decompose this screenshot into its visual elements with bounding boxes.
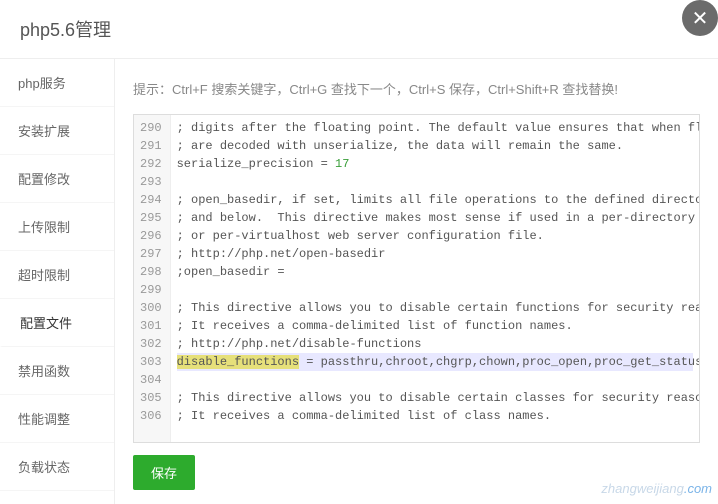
code-line[interactable]: ; digits after the floating point. The d…	[177, 119, 693, 137]
line-number: 299	[140, 281, 162, 299]
line-number: 300	[140, 299, 162, 317]
line-number: 293	[140, 173, 162, 191]
code-line[interactable]: ; http://php.net/open-basedir	[177, 245, 693, 263]
watermark: zhangweijiang.com	[601, 481, 712, 496]
code-line[interactable]: ; or per-virtualhost web server configur…	[177, 227, 693, 245]
line-number: 290	[140, 119, 162, 137]
line-number: 296	[140, 227, 162, 245]
line-number: 302	[140, 335, 162, 353]
code-line[interactable]: ; open_basedir, if set, limits all file …	[177, 191, 693, 209]
code-line[interactable]: ; This directive allows you to disable c…	[177, 389, 693, 407]
code-editor[interactable]: 2902912922932942952962972982993003013023…	[133, 114, 700, 443]
sidebar-item-1[interactable]: 安装扩展	[0, 107, 114, 155]
code-line[interactable]	[177, 173, 693, 191]
code-line[interactable]: ;open_basedir =	[177, 263, 693, 281]
line-number: 297	[140, 245, 162, 263]
modal-title: php5.6管理	[20, 16, 111, 42]
line-number: 298	[140, 263, 162, 281]
modal: php5.6管理 ✕ php服务安装扩展配置修改上传限制超时限制配置文件禁用函数…	[0, 0, 718, 500]
code-line[interactable]: ; http://php.net/disable-functions	[177, 335, 693, 353]
modal-header: php5.6管理	[0, 0, 718, 59]
code-line[interactable]: serialize_precision = 17	[177, 155, 693, 173]
save-button[interactable]: 保存	[133, 455, 195, 490]
sidebar-item-2[interactable]: 配置修改	[0, 155, 114, 203]
close-button[interactable]: ✕	[682, 0, 718, 36]
code-line[interactable]: disable_functions = passthru,chroot,chgr…	[177, 353, 693, 371]
watermark-text: zhangweijiang	[601, 481, 683, 496]
line-gutter: 2902912922932942952962972982993003013023…	[134, 115, 171, 442]
close-icon: ✕	[692, 6, 709, 31]
sidebar-item-8[interactable]: 负载状态	[0, 443, 114, 491]
line-number: 305	[140, 389, 162, 407]
line-number: 291	[140, 137, 162, 155]
line-number: 303	[140, 353, 162, 371]
sidebar-item-9[interactable]: FPM日志	[0, 491, 114, 504]
code-line[interactable]	[177, 281, 693, 299]
modal-body: php服务安装扩展配置修改上传限制超时限制配置文件禁用函数性能调整负载状态FPM…	[0, 59, 718, 504]
code-line[interactable]	[177, 371, 693, 389]
code-line[interactable]: ; It receives a comma-delimited list of …	[177, 317, 693, 335]
sidebar-item-4[interactable]: 超时限制	[0, 251, 114, 299]
sidebar-item-7[interactable]: 性能调整	[0, 395, 114, 443]
line-number: 292	[140, 155, 162, 173]
sidebar-item-6[interactable]: 禁用函数	[0, 347, 114, 395]
line-number: 295	[140, 209, 162, 227]
code-area[interactable]: ; digits after the floating point. The d…	[171, 115, 699, 442]
hint-text: 提示：Ctrl+F 搜索关键字，Ctrl+G 查找下一个，Ctrl+S 保存，C…	[133, 73, 700, 104]
code-line[interactable]: ; and below. This directive makes most s…	[177, 209, 693, 227]
line-number: 301	[140, 317, 162, 335]
sidebar: php服务安装扩展配置修改上传限制超时限制配置文件禁用函数性能调整负载状态FPM…	[0, 59, 115, 504]
line-number: 304	[140, 371, 162, 389]
line-number: 294	[140, 191, 162, 209]
sidebar-item-5[interactable]: 配置文件	[0, 299, 114, 347]
watermark-suffix: .com	[684, 481, 712, 496]
sidebar-item-3[interactable]: 上传限制	[0, 203, 114, 251]
code-line[interactable]: ; This directive allows you to disable c…	[177, 299, 693, 317]
sidebar-item-0[interactable]: php服务	[0, 59, 114, 107]
code-line[interactable]: ; It receives a comma-delimited list of …	[177, 407, 693, 425]
line-number: 306	[140, 407, 162, 425]
main-panel: 提示：Ctrl+F 搜索关键字，Ctrl+G 查找下一个，Ctrl+S 保存，C…	[115, 59, 718, 504]
code-line[interactable]: ; are decoded with unserialize, the data…	[177, 137, 693, 155]
